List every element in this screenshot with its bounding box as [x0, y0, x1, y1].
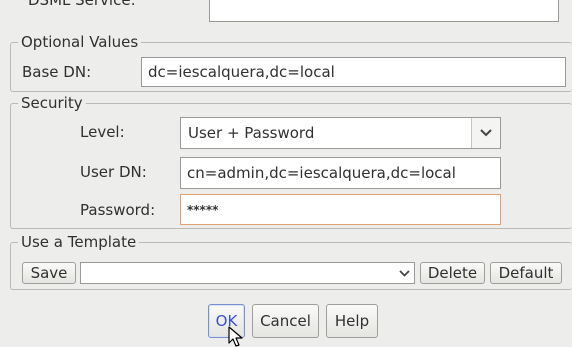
template-default-button[interactable]: Default: [490, 262, 562, 284]
optional-values-legend: Optional Values: [18, 35, 142, 50]
template-select[interactable]: [80, 262, 415, 284]
user-dn-label: User DN:: [80, 163, 147, 181]
dsml-service-input[interactable]: [209, 0, 559, 22]
mouse-pointer-icon: [228, 326, 243, 347]
security-legend: Security: [18, 96, 86, 111]
base-dn-label: Base DN:: [22, 63, 92, 81]
base-dn-input[interactable]: dc=iescalquera,dc=local: [141, 57, 566, 87]
chevron-down-icon[interactable]: [394, 263, 414, 283]
help-button[interactable]: Help: [326, 304, 378, 338]
level-select[interactable]: User + Password: [180, 117, 501, 149]
template-save-button[interactable]: Save: [22, 262, 76, 284]
template-legend: Use a Template: [18, 235, 140, 250]
template-delete-button[interactable]: Delete: [420, 262, 485, 284]
level-select-value: User + Password: [188, 124, 315, 142]
chevron-down-icon[interactable]: [471, 118, 500, 148]
level-label: Level:: [80, 123, 125, 141]
dsml-service-label: DSML Service:: [28, 0, 136, 9]
password-label: Password:: [80, 201, 156, 219]
password-input[interactable]: *****: [180, 194, 501, 225]
cancel-button[interactable]: Cancel: [252, 304, 319, 338]
user-dn-input[interactable]: cn=admin,dc=iescalquera,dc=local: [180, 157, 501, 189]
